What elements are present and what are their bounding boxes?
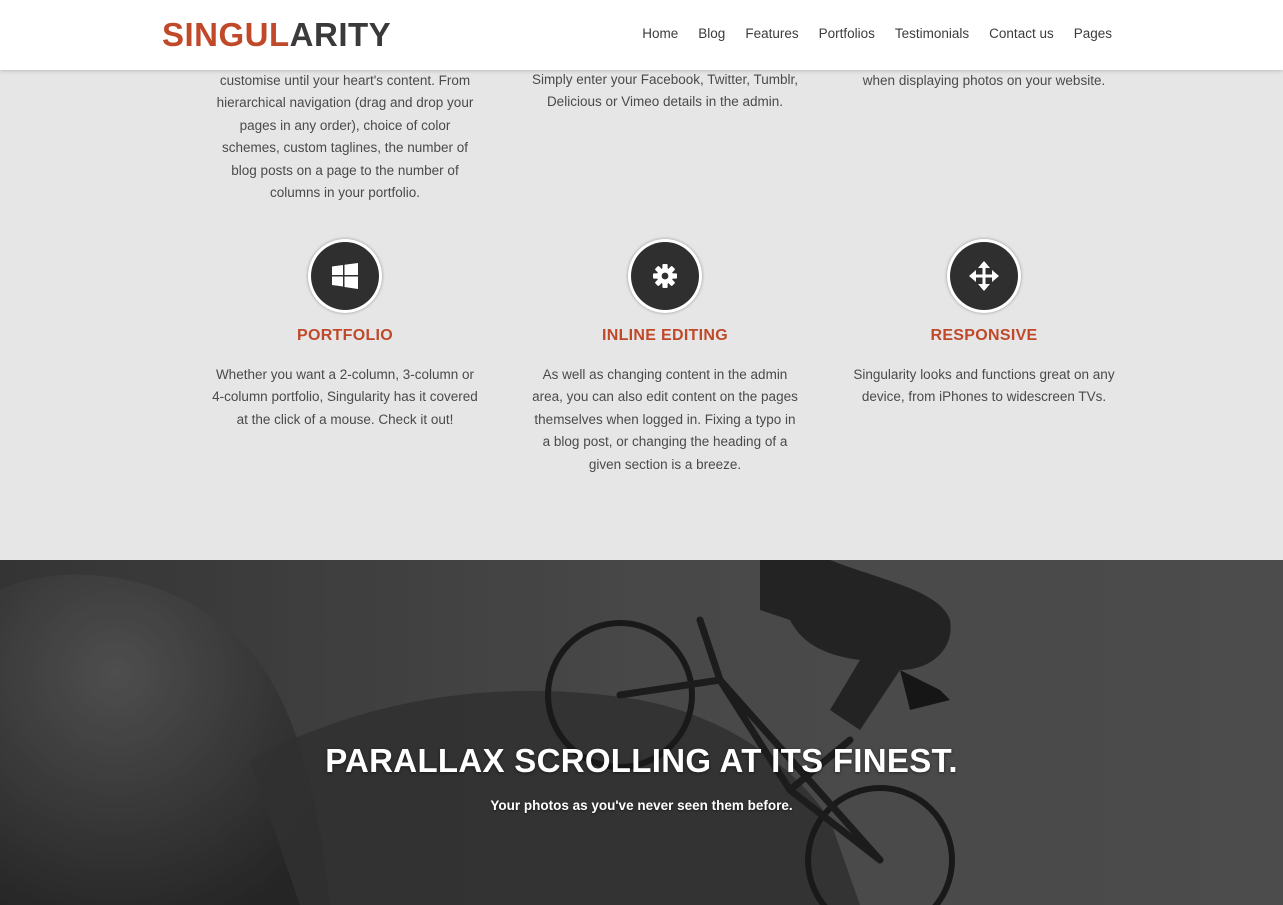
nav-home[interactable]: Home xyxy=(642,24,678,44)
nav-features[interactable]: Features xyxy=(745,24,798,44)
windows-icon xyxy=(332,263,358,289)
feature-text-portfolio: Whether you want a 2-column, 3-column or… xyxy=(212,367,478,427)
feature-text-top-1: customise until your heart's content. Fr… xyxy=(216,73,474,201)
feature-title-responsive: RESPONSIVE xyxy=(930,327,1038,344)
site-header: SINGULARITY Home Blog Features Portfolio… xyxy=(0,0,1283,70)
logo-part2: ARITY xyxy=(289,16,392,53)
nav-testimonials[interactable]: Testimonials xyxy=(895,24,969,44)
feature-text-top-2: Simply enter your Facebook, Twitter, Tum… xyxy=(531,72,799,110)
nav-pages[interactable]: Pages xyxy=(1074,24,1112,44)
feature-text-responsive: Singularity looks and functions great on… xyxy=(853,367,1115,405)
feature-title-inline-editing: INLINE EDITING xyxy=(602,327,728,344)
main-nav: Home Blog Features Portfolios Testimonia… xyxy=(622,24,1112,44)
feature-title-portfolio: PORTFOLIO xyxy=(296,327,394,344)
parallax-title: PARALLAX SCROLLING AT ITS FINEST. xyxy=(325,742,958,779)
nav-contact-us[interactable]: Contact us xyxy=(989,24,1054,44)
parallax-background-image xyxy=(0,560,1283,905)
feature-responsive-icon-circle xyxy=(947,239,1021,313)
feature-text-top-3: when displaying photos on your website. xyxy=(862,73,1106,88)
parallax-subtitle: Your photos as you've never seen them be… xyxy=(490,798,793,813)
site-logo[interactable]: SINGULARITY xyxy=(162,14,391,56)
feature-text-inline-editing: As well as changing content in the admin… xyxy=(532,367,798,472)
nav-portfolios[interactable]: Portfolios xyxy=(819,24,875,44)
parallax-section: PARALLAX SCROLLING AT ITS FINEST. Your p… xyxy=(0,560,1283,905)
feature-portfolio-icon-circle xyxy=(308,239,382,313)
gear-icon xyxy=(653,264,677,288)
move-arrows-icon xyxy=(969,261,999,291)
feature-inline-editing-icon-circle xyxy=(628,239,702,313)
nav-blog[interactable]: Blog xyxy=(698,24,725,44)
logo-part1: SINGUL xyxy=(162,16,290,53)
